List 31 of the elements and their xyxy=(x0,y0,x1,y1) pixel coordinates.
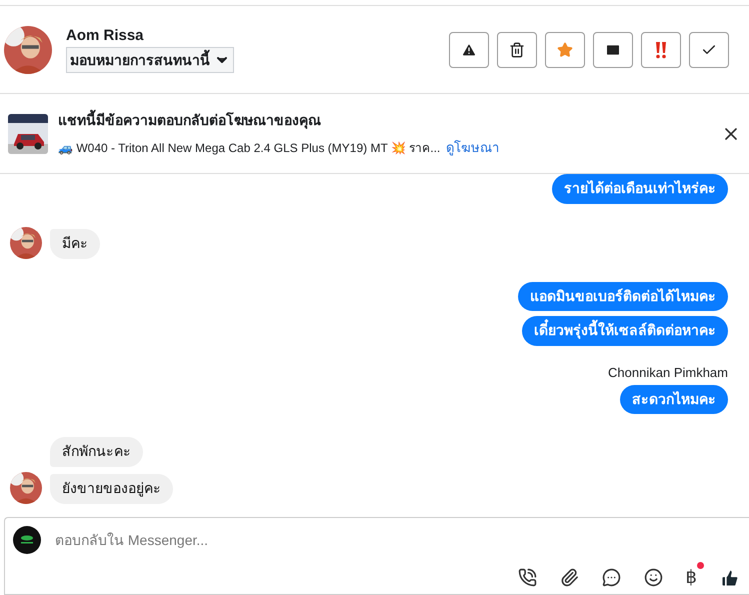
message-bubble: เดี๋ยวพรุ่งนี้ให้เซลล์ติดต่อหาคะ xyxy=(522,316,728,346)
message-bubble: มีคะ xyxy=(50,229,100,258)
message-bubble: รายได้ต่อเดือนเท่าไหร่คะ xyxy=(552,174,728,204)
view-ad-link[interactable]: ดูโฆษณา xyxy=(446,137,500,158)
thumbs-up-icon xyxy=(720,568,740,588)
star-icon xyxy=(557,42,573,58)
spam-button[interactable] xyxy=(449,32,489,68)
baht-button[interactable]: ฿ xyxy=(686,562,704,588)
phone-icon xyxy=(518,568,537,587)
ad-reply-title: แชทนี้มีข้อความตอบกลับต่อโฆษณาของคุณ xyxy=(58,109,711,131)
message-bubble: แอดมินขอเบอร์ติดต่อได้ไหมคะ xyxy=(518,282,728,311)
done-button[interactable] xyxy=(689,32,729,68)
star-button[interactable] xyxy=(545,32,585,68)
paperclip-icon xyxy=(560,568,579,587)
warning-icon xyxy=(461,42,477,58)
contact-name: Aom Rissa xyxy=(66,26,145,44)
message-bubble: ยังขายของอยู่คะ xyxy=(50,474,173,504)
exclamation-icon xyxy=(654,40,668,58)
trash-icon xyxy=(509,42,525,58)
notification-dot xyxy=(697,562,704,569)
page-logo-icon xyxy=(13,526,41,554)
chat-bubble-icon xyxy=(602,568,621,587)
ad-description: 🚙 W040 - Triton All New Mega Cab 2.4 GLS Plus (MY19) MT 💥 ราค... xyxy=(58,140,440,157)
important-button[interactable] xyxy=(641,32,681,68)
message-bubble: สะดวกไหมคะ xyxy=(620,384,728,414)
sender-name: Chonnikan Pimkham xyxy=(608,364,728,380)
unread-button[interactable] xyxy=(593,32,633,68)
smiley-icon xyxy=(644,568,663,587)
message-bubble: สักพักนะคะ xyxy=(50,437,143,466)
assign-dropdown[interactable]: มอบหมายการสนทนานี้ xyxy=(66,46,234,72)
delete-button[interactable] xyxy=(497,32,537,68)
